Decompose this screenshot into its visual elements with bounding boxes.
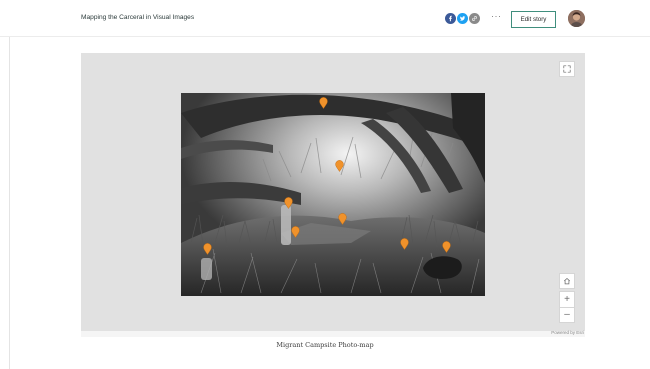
map-pin[interactable] [400,238,409,250]
zoom-in-button[interactable]: + [559,291,575,307]
map-pin[interactable] [338,213,347,225]
zoom-out-button[interactable]: – [559,307,575,323]
map-pin[interactable] [442,241,451,253]
expand-icon [563,65,571,73]
attribution-bar [81,331,585,337]
fullscreen-button[interactable] [559,61,575,77]
link-icon [472,16,477,21]
user-avatar[interactable] [568,10,585,27]
map-pin[interactable] [291,226,300,238]
link-share-button[interactable] [469,13,480,24]
home-button[interactable] [559,273,575,289]
more-options-button[interactable]: ··· [491,11,502,21]
map-caption: Migrant Campsite Photo-map [276,341,374,349]
edit-story-button[interactable]: Edit story [511,11,556,28]
facebook-icon [449,15,452,22]
twitter-share-button[interactable] [457,13,468,24]
map-pin[interactable] [335,160,344,172]
story-header: Mapping the Carceral in Visual Images ··… [0,0,650,37]
map-pin[interactable] [284,197,293,209]
campsite-photo[interactable] [181,93,485,296]
map-pin[interactable] [319,97,328,109]
left-rule [9,0,10,369]
story-title: Mapping the Carceral in Visual Images [81,14,195,21]
facebook-share-button[interactable] [445,13,456,24]
twitter-icon [459,16,466,21]
attribution-text: Powered by Esri [551,330,584,335]
home-icon [563,277,571,285]
map-pin[interactable] [203,243,212,255]
